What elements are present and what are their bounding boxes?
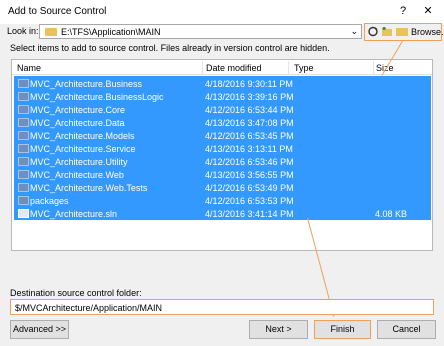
list-item[interactable]: MVC_Architecture.BusinessLogic 4/13/2016 … [14, 91, 431, 103]
browse-button[interactable]: Browse... [411, 27, 444, 37]
lookin-value: E:\TFS\Application\MAIN [61, 27, 161, 37]
browse-folder-icon [396, 28, 408, 36]
item-date: 4/12/2016 6:53:49 PM [205, 183, 294, 193]
item-name: MVC_Architecture.Core [30, 105, 126, 115]
item-date: 4/13/2016 3:39:16 PM [205, 92, 294, 102]
item-date: 4/13/2016 3:13:11 PM [205, 144, 293, 154]
title-bar: Add to Source Control ? ✕ [0, 0, 444, 24]
lookin-combobox[interactable]: E:\TFS\Application\MAIN ⌄ [39, 24, 362, 39]
solution-file-icon [18, 209, 29, 218]
item-date: 4/18/2016 9:30:11 PM [205, 79, 293, 89]
folder-icon [18, 118, 29, 127]
item-name: MVC_Architecture.Web [30, 170, 124, 180]
instructions-text: Select items to add to source control. F… [10, 43, 330, 53]
items-list[interactable]: Name Date modified Type Size MVC_Archite… [11, 59, 433, 251]
item-date: 4/12/2016 6:53:46 PM [205, 157, 294, 167]
folder-icon [18, 183, 29, 192]
advanced-button[interactable]: Advanced >> [10, 320, 69, 339]
folder-icon [18, 157, 29, 166]
list-item[interactable]: MVC_Architecture.sln 4/13/2016 3:41:14 PM… [14, 208, 431, 220]
list-item[interactable]: MVC_Architecture.Models 4/12/2016 6:53:45… [14, 130, 431, 142]
chevron-down-icon[interactable]: ⌄ [350, 25, 358, 38]
item-date: 4/13/2016 3:41:14 PM [205, 209, 294, 219]
list-item[interactable]: MVC_Architecture.Business 4/18/2016 9:30:… [14, 78, 431, 90]
folder-icon [18, 196, 29, 205]
folder-icon [18, 144, 29, 153]
list-item[interactable]: MVC_Architecture.Data 4/13/2016 3:47:08 P… [14, 117, 431, 129]
item-name: MVC_Architecture.Web.Tests [30, 183, 148, 193]
folder-icon [18, 105, 29, 114]
item-name: packages [30, 196, 69, 206]
folder-icon [18, 131, 29, 140]
lookin-label: Look in: [7, 26, 39, 36]
list-item[interactable]: packages 4/12/2016 6:53:53 PM [14, 195, 431, 207]
destination-field[interactable]: $/MVCArchitecture/Application/MAIN [10, 299, 434, 315]
finish-button[interactable]: Finish [314, 320, 371, 339]
item-date: 4/13/2016 3:56:55 PM [205, 170, 294, 180]
item-name: MVC_Architecture.BusinessLogic [30, 92, 164, 102]
window-title: Add to Source Control [8, 6, 107, 17]
help-button[interactable]: ? [394, 3, 412, 19]
folder-icon [18, 170, 29, 179]
item-name: MVC_Architecture.Data [30, 118, 125, 128]
folder-icon [45, 28, 57, 36]
list-item[interactable]: MVC_Architecture.Utility 4/12/2016 6:53:4… [14, 156, 431, 168]
folder-icon [18, 92, 29, 101]
item-date: 4/13/2016 3:47:08 PM [205, 118, 294, 128]
column-header-name[interactable]: Name [17, 63, 41, 73]
close-button[interactable]: ✕ [419, 3, 437, 19]
item-date: 4/12/2016 6:53:44 PM [205, 105, 294, 115]
item-name: MVC_Architecture.Models [30, 131, 135, 141]
list-item[interactable]: MVC_Architecture.Web.Tests 4/12/2016 6:53… [14, 182, 431, 194]
refresh-icon[interactable] [367, 26, 379, 37]
item-date: 4/12/2016 6:53:53 PM [205, 196, 294, 206]
item-date: 4/12/2016 6:53:45 PM [205, 131, 294, 141]
next-button[interactable]: Next > [249, 320, 308, 339]
item-name: MVC_Architecture.Business [30, 79, 143, 89]
item-size: 4.08 KB [375, 209, 408, 219]
item-name: MVC_Architecture.Utility [30, 157, 128, 167]
list-item[interactable]: MVC_Architecture.Web 4/13/2016 3:56:55 PM [14, 169, 431, 181]
column-header-type[interactable]: Type [294, 63, 314, 73]
cancel-button[interactable]: Cancel [377, 320, 436, 339]
column-header-date[interactable]: Date modified [206, 63, 262, 73]
destination-label: Destination source control folder: [10, 288, 142, 298]
folder-icon [18, 79, 29, 88]
list-item[interactable]: MVC_Architecture.Core 4/12/2016 6:53:44 P… [14, 104, 431, 116]
item-name: MVC_Architecture.sln [30, 209, 118, 219]
list-header: Name Date modified Type Size [12, 60, 432, 75]
item-name: MVC_Architecture.Service [30, 144, 136, 154]
destination-value: $/MVCArchitecture/Application/MAIN [15, 303, 163, 313]
list-item[interactable]: MVC_Architecture.Service 4/13/2016 3:13:1… [14, 143, 431, 155]
add-folder-icon[interactable] [381, 26, 393, 37]
